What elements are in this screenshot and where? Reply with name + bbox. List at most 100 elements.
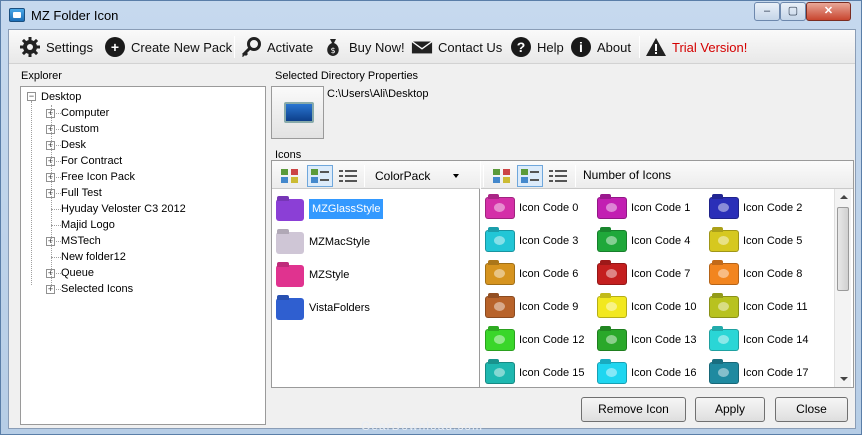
- key-icon: [240, 36, 262, 58]
- tree-item[interactable]: Queue: [61, 266, 94, 280]
- icon-code-item[interactable]: Icon Code 8: [709, 259, 802, 289]
- icon-code-item[interactable]: Icon Code 14: [709, 325, 808, 355]
- icon-code-item[interactable]: Icon Code 17: [709, 358, 808, 387]
- pack-item[interactable]: MZGlassStyle: [276, 194, 384, 224]
- icon-code-label: Icon Code 12: [519, 334, 585, 346]
- icon-code-label: Icon Code 0: [519, 202, 579, 214]
- icon-code-label: Icon Code 1: [631, 202, 691, 214]
- tree-item[interactable]: Computer: [61, 106, 109, 120]
- trial-version-button[interactable]: Trial Version!: [645, 34, 747, 60]
- icon-code-item[interactable]: Icon Code 4: [597, 226, 690, 256]
- folder-icon: [709, 263, 739, 285]
- folder-icon: [485, 230, 515, 252]
- tree-item[interactable]: Majid Logo: [61, 218, 115, 232]
- toolbar-separator: [639, 36, 640, 58]
- explorer-label: Explorer: [21, 70, 62, 82]
- tree-item[interactable]: Full Test: [61, 186, 102, 200]
- help-button[interactable]: ? Help: [510, 34, 564, 60]
- contact-us-button[interactable]: Contact Us: [411, 34, 502, 60]
- desktop-icon: [284, 102, 314, 123]
- icon-code-item[interactable]: Icon Code 12: [485, 325, 584, 355]
- tree-root-desktop[interactable]: Desktop: [41, 90, 81, 104]
- app-icon: [9, 8, 25, 22]
- scroll-down-icon[interactable]: [840, 377, 848, 381]
- create-new-pack-label: Create New Pack: [131, 39, 233, 55]
- tree-item[interactable]: Custom: [61, 122, 99, 136]
- close-window-button[interactable]: ✕: [806, 2, 851, 21]
- create-new-pack-button[interactable]: + Create New Pack: [104, 34, 232, 60]
- title-bar[interactable]: MZ Folder Icon – ▢ ✕: [1, 1, 861, 29]
- scroll-thumb[interactable]: [837, 207, 849, 291]
- warning-icon: [645, 36, 667, 58]
- settings-button[interactable]: Settings: [19, 34, 93, 60]
- tree-item[interactable]: Free Icon Pack: [61, 170, 135, 184]
- buy-now-label: Buy Now!: [349, 39, 405, 55]
- folder-icon: [597, 362, 627, 384]
- tree-item[interactable]: For Contract: [61, 154, 122, 168]
- folder-icon: [597, 329, 627, 351]
- dropdown-arrow-icon: [453, 174, 459, 178]
- pack-item[interactable]: VistaFolders: [276, 293, 370, 323]
- folder-shape: [276, 298, 304, 320]
- icon-code-item[interactable]: Icon Code 2: [709, 193, 802, 223]
- icon-code-label: Icon Code 2: [743, 202, 803, 214]
- window-title: MZ Folder Icon: [31, 8, 119, 23]
- contact-us-label: Contact Us: [438, 39, 503, 55]
- maximize-button[interactable]: ▢: [780, 2, 806, 21]
- apply-button[interactable]: Apply: [695, 397, 765, 422]
- about-button[interactable]: i About: [570, 34, 631, 60]
- tree-item[interactable]: MSTech: [61, 234, 101, 248]
- view-list-button[interactable]: [335, 165, 361, 187]
- icon-code-item[interactable]: Icon Code 13: [597, 325, 696, 355]
- folder-icon: [597, 263, 627, 285]
- pack-item[interactable]: MZStyle: [276, 260, 349, 290]
- collapse-toggle[interactable]: −: [27, 92, 36, 101]
- icon-code-item[interactable]: Icon Code 16: [597, 358, 696, 387]
- tree-item[interactable]: Selected Icons: [61, 282, 133, 296]
- buy-now-button[interactable]: $ Buy Now!: [322, 34, 405, 60]
- color-pack-dropdown[interactable]: ColorPack: [370, 166, 465, 186]
- icon-code-item[interactable]: Icon Code 15: [485, 358, 584, 387]
- icon-code-item[interactable]: Icon Code 10: [597, 292, 696, 322]
- view-tiles-button[interactable]: [307, 165, 333, 187]
- icons-view-list-button[interactable]: [545, 165, 571, 187]
- tree-item[interactable]: Desk: [61, 138, 86, 152]
- grid-view-icon: [493, 168, 511, 184]
- folder-icon: [597, 296, 627, 318]
- icon-code-item[interactable]: Icon Code 6: [485, 259, 578, 289]
- svg-text:$: $: [330, 46, 335, 55]
- tile-view-icon: [311, 168, 329, 184]
- pack-list[interactable]: MZGlassStyle MZMacStyle MZStyle VistaFolder…: [272, 189, 480, 387]
- icon-grid[interactable]: Icon Code 0 Icon Code 1 Icon Code 2 Icon Co…: [481, 189, 831, 387]
- icon-code-item[interactable]: Icon Code 0: [485, 193, 578, 223]
- folder-shape: [276, 199, 304, 221]
- tree-item[interactable]: New folder12: [61, 250, 126, 264]
- folder-icon: [597, 230, 627, 252]
- minimize-button[interactable]: –: [754, 2, 780, 21]
- icons-view-tiles-button[interactable]: [517, 165, 543, 187]
- icon-code-label: Icon Code 4: [631, 235, 691, 247]
- view-large-icons-button[interactable]: [277, 165, 303, 187]
- icon-code-item[interactable]: Icon Code 3: [485, 226, 578, 256]
- scroll-up-icon[interactable]: [840, 195, 848, 199]
- icon-code-item[interactable]: Icon Code 5: [709, 226, 802, 256]
- close-button[interactable]: Close: [775, 397, 848, 422]
- envelope-icon: [411, 36, 433, 58]
- folder-shape: [276, 265, 304, 287]
- settings-label: Settings: [46, 39, 93, 55]
- remove-icon-button[interactable]: Remove Icon: [581, 397, 686, 422]
- icon-code-item[interactable]: Icon Code 1: [597, 193, 690, 223]
- folder-icon: [485, 362, 515, 384]
- vertical-scrollbar[interactable]: [834, 189, 851, 387]
- activate-button[interactable]: Activate: [240, 34, 313, 60]
- tree-item[interactable]: Hyuday Veloster C3 2012: [61, 202, 186, 216]
- icon-code-item[interactable]: Icon Code 9: [485, 292, 578, 322]
- pack-item[interactable]: MZMacStyle: [276, 227, 370, 257]
- icon-code-label: Icon Code 14: [743, 334, 809, 346]
- icon-code-item[interactable]: Icon Code 7: [597, 259, 690, 289]
- info-icon: i: [570, 36, 592, 58]
- icons-view-large-button[interactable]: [489, 165, 515, 187]
- explorer-tree[interactable]: − Desktop + Computer + Custom + Desk + For Cont…: [20, 86, 266, 425]
- icon-code-item[interactable]: Icon Code 11: [709, 292, 808, 322]
- icons-toolbar: Number of Icons: [481, 161, 853, 189]
